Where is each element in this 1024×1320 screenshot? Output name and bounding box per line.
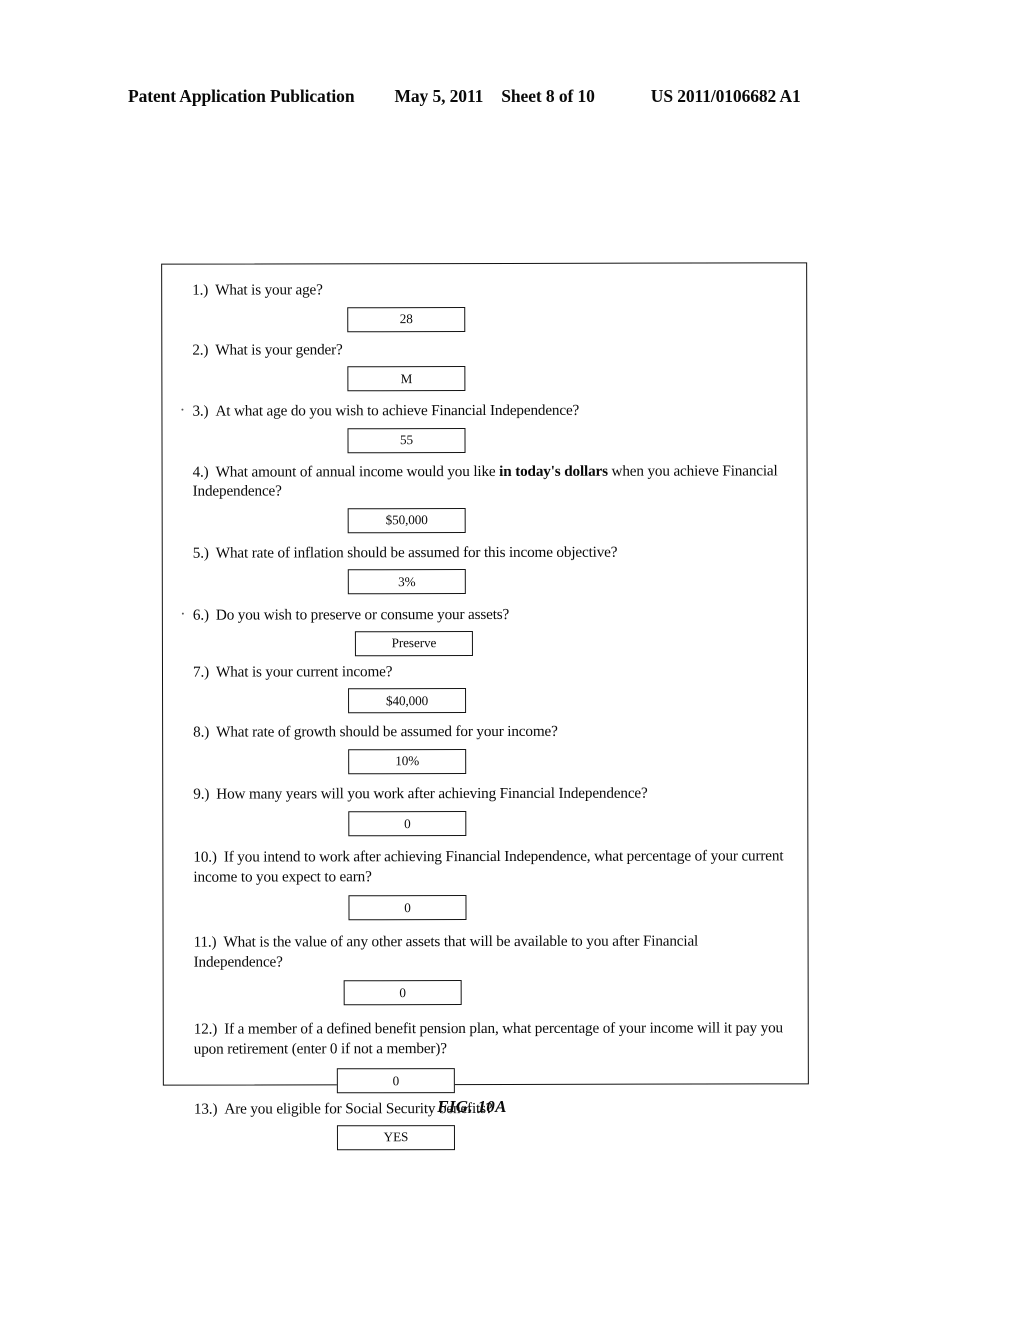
question-text: 9.) How many years will you work after ac… bbox=[193, 783, 789, 804]
questionnaire-form: 1.) What is your age? 28 2.) What is your ge… bbox=[181, 279, 790, 1150]
answer-input-6[interactable]: Preserve bbox=[354, 630, 473, 656]
question-block: 4.) What amount of annual income would yo… bbox=[193, 461, 789, 533]
answer-input-7[interactable]: $40,000 bbox=[348, 688, 467, 714]
question-number: 3.) bbox=[192, 402, 209, 420]
answer-input-3[interactable]: 55 bbox=[347, 427, 466, 453]
answer-row: 0 bbox=[193, 894, 789, 921]
question-text: 10.) If you intend to work after achievin… bbox=[193, 846, 789, 886]
question-text: 8.) What rate of growth should be assumed… bbox=[193, 721, 789, 742]
question-block: 12.) If a member of a defined benefit pen… bbox=[194, 1018, 790, 1094]
patent-number: US 2011/0106682 A1 bbox=[650, 86, 801, 106]
answer-row: 28 bbox=[192, 306, 788, 332]
publication-date: May 5, 2011 bbox=[394, 86, 484, 106]
page-header: Patent Application Publication May 5, 20… bbox=[128, 86, 896, 112]
question-block: 10.) If you intend to work after achievin… bbox=[193, 846, 789, 921]
answer-row: 0 bbox=[193, 810, 789, 837]
figure-caption: FIG. 10A bbox=[0, 1097, 1024, 1117]
question-number: 9.) bbox=[193, 785, 210, 803]
question-text-emphasis: in today's dollars bbox=[499, 462, 608, 480]
publication-label: Patent Application Publication bbox=[128, 86, 355, 106]
question-block: 5.) What rate of inflation should be assu… bbox=[193, 542, 789, 595]
question-number: 8.) bbox=[193, 723, 210, 741]
question-text: 2.) What is your gender? bbox=[192, 339, 788, 360]
question-number: 11.) bbox=[193, 933, 217, 951]
question-number: 1.) bbox=[192, 281, 209, 299]
answer-input-4[interactable]: $50,000 bbox=[347, 507, 466, 533]
answer-row: 55 bbox=[192, 427, 788, 453]
question-text-part: At what age do you wish to achieve Finan… bbox=[215, 401, 580, 420]
answer-row: Preserve bbox=[193, 630, 789, 656]
answer-input-8[interactable]: 10% bbox=[348, 748, 467, 774]
answer-input-10[interactable]: 0 bbox=[348, 895, 467, 921]
question-number: 2.) bbox=[192, 341, 209, 359]
question-block: 6.) Do you wish to preserve or consume yo… bbox=[181, 604, 789, 656]
answer-row: YES bbox=[194, 1124, 790, 1150]
question-number: 4.) bbox=[192, 463, 209, 481]
question-block: 7.) What is your current income? $40,000 bbox=[193, 661, 789, 714]
question-number: 5.) bbox=[192, 544, 209, 562]
answer-input-12[interactable]: 0 bbox=[336, 1068, 455, 1094]
answer-row: $40,000 bbox=[193, 687, 789, 714]
question-text-part: If you intend to work after achieving Fi… bbox=[193, 847, 784, 886]
answer-input-1[interactable]: 28 bbox=[347, 306, 466, 332]
answer-row: 0 bbox=[194, 979, 790, 1006]
question-block: 11.) What is the value of any other asset… bbox=[194, 931, 790, 1006]
figure-caption-label: FIG. 10A bbox=[437, 1097, 507, 1116]
question-block: 9.) How many years will you work after ac… bbox=[193, 783, 789, 837]
question-text: 7.) What is your current income? bbox=[193, 661, 789, 682]
answer-input-11[interactable]: 0 bbox=[343, 980, 462, 1006]
figure-frame: 1.) What is your age? 28 2.) What is your ge… bbox=[161, 262, 809, 1150]
question-block: 8.) What rate of growth should be assumed… bbox=[193, 721, 789, 774]
question-text-part: Do you wish to preserve or consume your … bbox=[215, 605, 510, 624]
answer-input-5[interactable]: 3% bbox=[347, 569, 466, 595]
question-text: 6.) Do you wish to preserve or consume yo… bbox=[193, 604, 789, 625]
answer-input-2[interactable]: M bbox=[347, 366, 466, 392]
question-text-part: What amount of annual income would you l… bbox=[215, 462, 500, 481]
answer-row: $50,000 bbox=[193, 507, 789, 533]
answer-row: 0 bbox=[194, 1067, 790, 1094]
question-number: 6.) bbox=[192, 606, 209, 624]
question-text: 11.) What is the value of any other asset… bbox=[194, 931, 790, 971]
question-block: 2.) What is your gender? M bbox=[192, 339, 788, 392]
question-number: 7.) bbox=[192, 663, 210, 681]
question-block: 3.) At what age do you wish to achieve Fi… bbox=[181, 400, 788, 453]
question-text-part: If a member of a defined benefit pension… bbox=[193, 1019, 783, 1058]
question-text-part: What rate of inflation should be assumed… bbox=[215, 543, 618, 562]
question-text-part: What rate of growth should be assumed fo… bbox=[216, 722, 558, 741]
answer-input-13[interactable]: YES bbox=[336, 1124, 455, 1150]
question-text-part: What is your gender? bbox=[215, 340, 343, 359]
question-block: 1.) What is your age? 28 bbox=[192, 279, 788, 332]
question-text: 1.) What is your age? bbox=[192, 279, 788, 300]
question-text-part: What is your current income? bbox=[215, 662, 393, 681]
question-number: 12.) bbox=[193, 1020, 218, 1038]
sheet-number: Sheet 8 of 10 bbox=[501, 86, 595, 106]
question-text-part: What is the value of any other assets th… bbox=[193, 932, 699, 971]
question-text: 12.) If a member of a defined benefit pen… bbox=[194, 1018, 790, 1058]
scan-speck-icon bbox=[181, 408, 184, 411]
answer-row: 3% bbox=[193, 568, 789, 595]
question-text-part: How many years will you work after achie… bbox=[216, 784, 648, 803]
scan-speck-icon bbox=[181, 612, 184, 615]
question-text: 3.) At what age do you wish to achieve Fi… bbox=[192, 400, 788, 421]
answer-row: 10% bbox=[193, 748, 789, 774]
answer-row: M bbox=[192, 365, 788, 392]
question-number: 10.) bbox=[193, 848, 217, 866]
question-text: 4.) What amount of annual income would yo… bbox=[193, 461, 789, 501]
answer-input-9[interactable]: 0 bbox=[348, 811, 467, 837]
question-text: 5.) What rate of inflation should be assu… bbox=[193, 542, 789, 563]
question-text-part: What is your age? bbox=[215, 281, 323, 299]
